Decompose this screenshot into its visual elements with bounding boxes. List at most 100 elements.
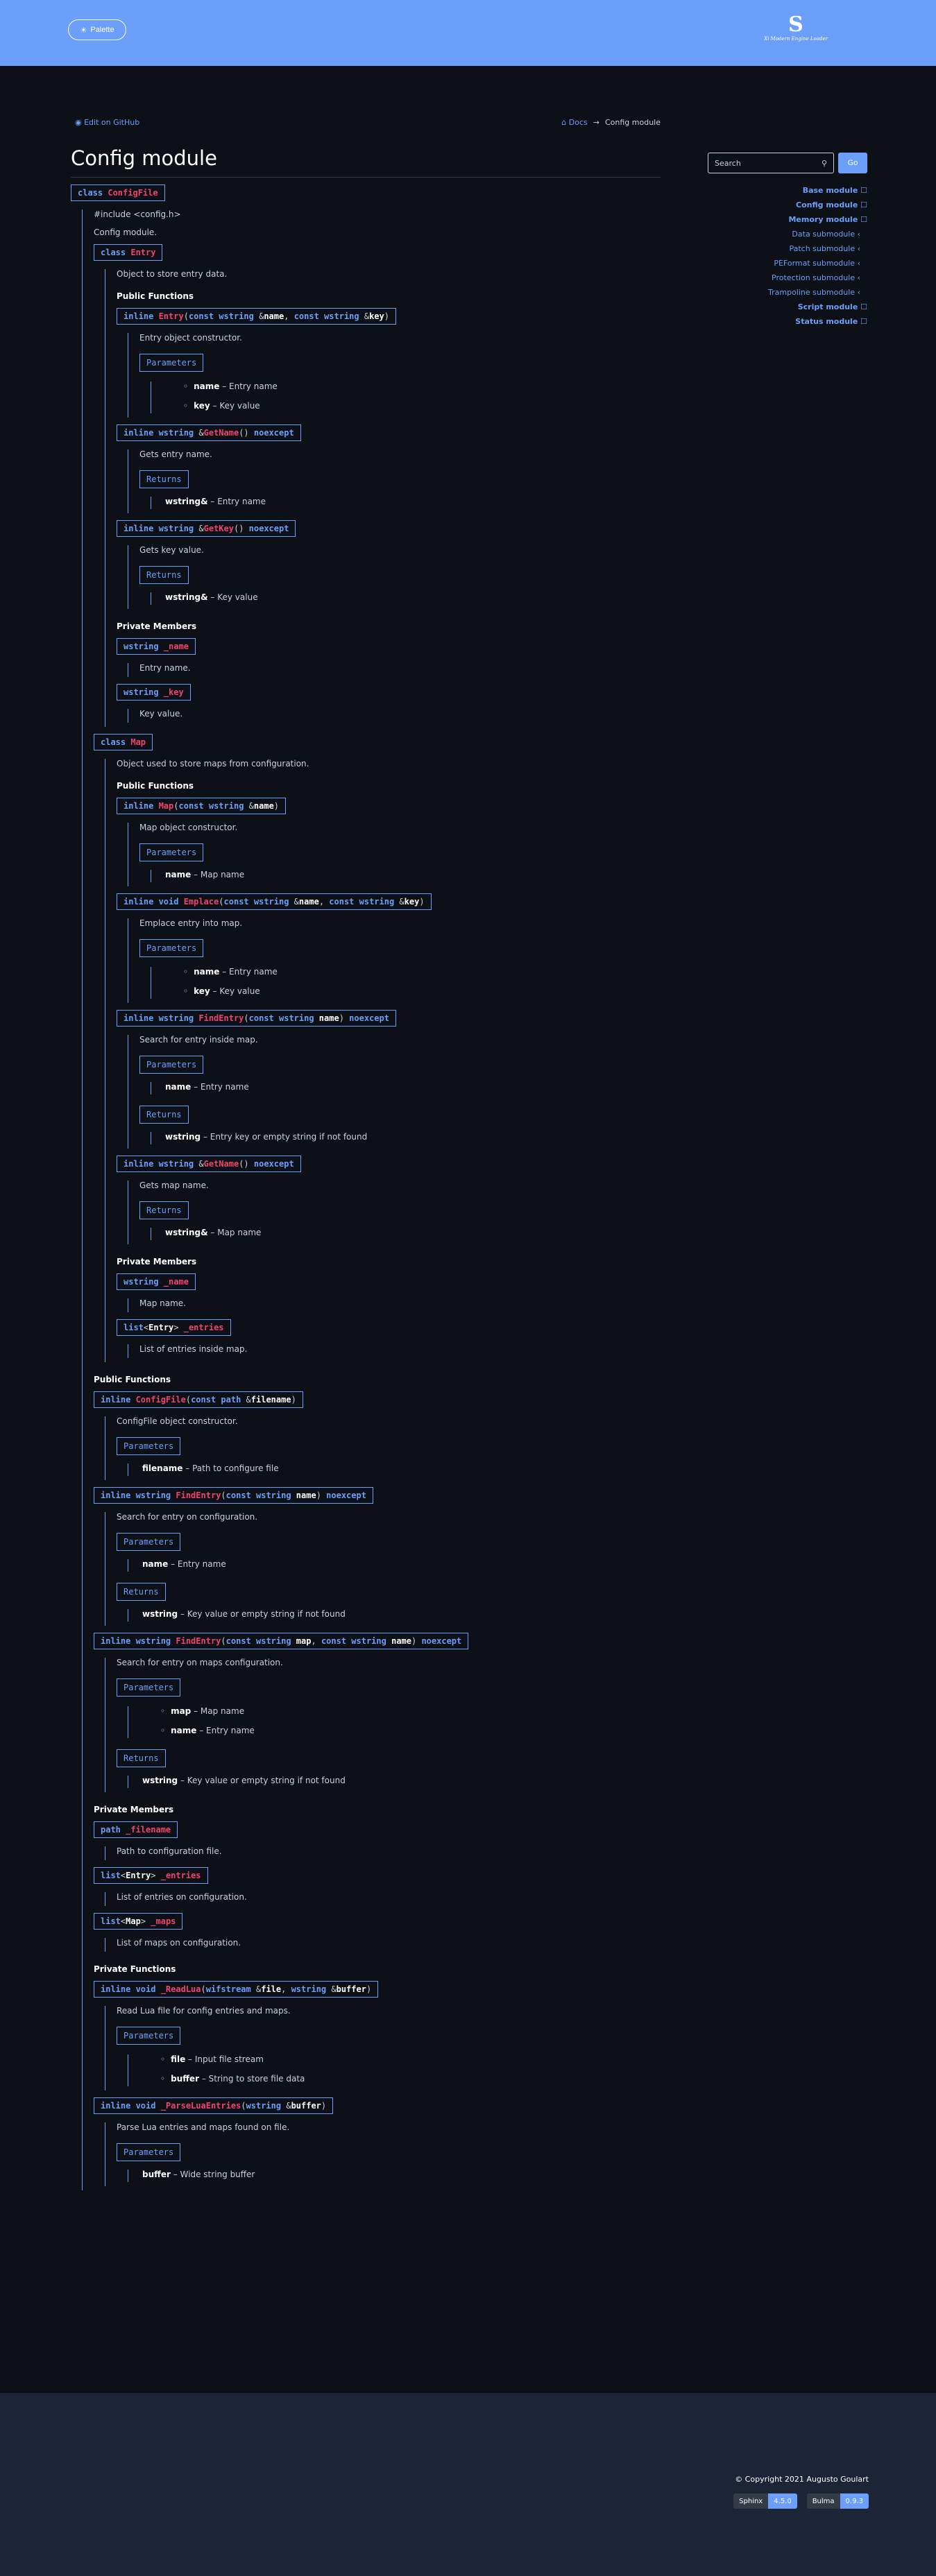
field-body: file – Input file stream buffer – String … (128, 2054, 661, 2086)
signature[interactable]: list<Entry> _entries (117, 1319, 231, 1336)
sig-token: class (101, 737, 131, 747)
breadcrumb-separator: → (593, 118, 599, 127)
member-body: Entry object constructor. Parameters name … (128, 333, 661, 418)
sig-token: GetName (203, 428, 239, 438)
edit-on-github-link[interactable]: ◉ Edit on GitHub (75, 118, 139, 127)
param-desc: – Key value (207, 592, 258, 602)
search-input[interactable]: Search ⚲ (708, 153, 834, 173)
signature[interactable]: inline wstring &GetName() noexcept (117, 1156, 301, 1172)
field-label-wrap: Parameters (117, 2132, 661, 2161)
signature[interactable]: inline wstring &GetName() noexcept (117, 424, 301, 441)
param-desc: – Path to configure file (182, 1463, 279, 1473)
logo-mark: S (788, 12, 803, 37)
signature[interactable]: wstring _name (117, 1273, 196, 1290)
site-logo[interactable]: S Xi Modern Engine Loader (761, 14, 831, 53)
description: Config module. (94, 227, 158, 237)
field-label-wrap: Returns (117, 1572, 661, 1601)
sig-token: & (248, 801, 254, 811)
sphinx-badge[interactable]: Sphinx 4.5.0 (733, 2493, 797, 2509)
toc-item[interactable]: PEFormat submodule ‹ (708, 256, 867, 271)
field-label-wrap: Parameters (139, 832, 661, 861)
bulma-badge[interactable]: Bulma 0.9.3 (806, 2493, 869, 2509)
param-item: wstring – Entry key or empty string if n… (165, 1132, 661, 1142)
field-label-wrap: Returns (139, 1190, 661, 1219)
toc-item[interactable]: Config module ☐ (708, 198, 867, 212)
toc-item[interactable]: Script module ☐ (708, 300, 867, 314)
sig-token: Entry (130, 248, 156, 257)
signature[interactable]: wstring _key (117, 684, 191, 701)
bookmark-icon: ☐ (858, 317, 867, 326)
palette-icon: ☀ (80, 26, 87, 35)
sig-token: ( (173, 801, 179, 811)
sig-token: ) (316, 1491, 327, 1500)
sig-token: ( (241, 2101, 246, 2111)
param-name: wstring (165, 1132, 201, 1142)
field-label-wrap: Parameters (117, 1667, 661, 1697)
toc-item[interactable]: Trampoline submodule ‹ (708, 285, 867, 300)
search-go-button[interactable]: Go (838, 153, 867, 173)
signature[interactable]: wstring _name (117, 638, 196, 655)
signature[interactable]: class ConfigFile (71, 184, 165, 201)
field-body: map – Map name name – Entry name (128, 1706, 661, 1738)
toc-item[interactable]: Memory module ☐ (708, 212, 867, 227)
sig-token: FindEntry (176, 1491, 221, 1500)
signature[interactable]: inline Map(const wstring &name) (117, 798, 287, 814)
github-icon: ◉ (75, 118, 85, 127)
signature[interactable]: path _filename (94, 1821, 178, 1838)
param-item: key – Key value (183, 986, 661, 996)
sig-token: class (101, 248, 131, 257)
toc-item[interactable]: Data submodule ‹ (708, 227, 867, 241)
section-heading: Public Functions (117, 291, 194, 301)
sig-token: Entry (158, 311, 184, 321)
signature[interactable]: inline wstring &GetKey() noexcept (117, 520, 296, 537)
meta-row: ◉ Edit on GitHub ⌂ Docs → Config module (75, 118, 661, 127)
search-row: Search ⚲ Go (708, 153, 867, 173)
member-body: ConfigFile object constructor. Parameters… (105, 1416, 661, 1480)
toc-item[interactable]: Status module ☐ (708, 314, 867, 329)
member-body: List of entries on configuration. (105, 1892, 661, 1906)
signature[interactable]: inline Entry(const wstring &name, const … (117, 308, 396, 325)
param-item: key – Key value (183, 401, 661, 411)
field-body: name – Entry name key – Key value (151, 967, 661, 999)
sig-token: const wstring (188, 311, 259, 321)
sig-token: inline wstring (124, 428, 199, 438)
member-body: Gets map name. Returns wstring& – Map name (128, 1180, 661, 1244)
sig-token: & (198, 428, 204, 438)
sig-token: file (261, 1984, 282, 1994)
signature[interactable]: inline wstring FindEntry(const wstring n… (94, 1487, 373, 1504)
signature[interactable]: inline wstring FindEntry(const wstring m… (94, 1633, 469, 1649)
param-name: key (194, 986, 210, 996)
param-name: name (142, 1559, 169, 1569)
signature[interactable]: list<Entry> _entries (94, 1867, 208, 1884)
param-name: name (194, 381, 220, 391)
param-name: key (194, 401, 210, 411)
palette-button[interactable]: ☀ Palette (68, 19, 126, 40)
toc-item[interactable]: Patch submodule ‹ (708, 241, 867, 256)
param-item: wstring – Key value or empty string if n… (142, 1609, 661, 1619)
description: Map name. (139, 1298, 186, 1308)
signature[interactable]: inline wstring FindEntry(const wstring n… (117, 1010, 396, 1027)
sig-token: GetName (203, 1159, 239, 1169)
breadcrumb-home[interactable]: ⌂ Docs (561, 118, 587, 127)
toc-item[interactable]: Base module ☐ (708, 183, 867, 198)
param-name: wstring (142, 1776, 178, 1785)
top-bar: ☀ Palette S Xi Modern Engine Loader (0, 0, 936, 66)
signature[interactable]: inline void _ReadLua(wifstream & file, ws… (94, 1981, 379, 1998)
signature[interactable]: inline ConfigFile(const path &filename) (94, 1391, 303, 1408)
param-item: name – Map name (165, 870, 661, 879)
bookmark-icon: ☐ (858, 215, 867, 224)
description: Path to configuration file. (117, 1846, 222, 1856)
param-desc: – String to store file data (199, 2074, 305, 2084)
signature[interactable]: class Map (94, 734, 153, 750)
main-area: ◉ Edit on GitHub ⌂ Docs → Config module … (0, 66, 936, 2393)
sig-token: Map (158, 801, 174, 811)
signature[interactable]: inline void _ParseLuaEntries(wstring &bu… (94, 2097, 334, 2114)
footer: © Copyright 2021 Augusto Goulart Sphinx 4… (0, 2393, 936, 2576)
sig-token: _name (163, 1277, 189, 1287)
toc-item[interactable]: Protection submodule ‹ (708, 271, 867, 285)
param-name: wstring (142, 1609, 178, 1619)
signature[interactable]: list<Map> _maps (94, 1913, 183, 1930)
signature[interactable]: class Entry (94, 244, 163, 261)
member-body: Object used to store maps from configura… (105, 759, 661, 1362)
signature[interactable]: inline void Emplace(const wstring &name,… (117, 893, 432, 910)
